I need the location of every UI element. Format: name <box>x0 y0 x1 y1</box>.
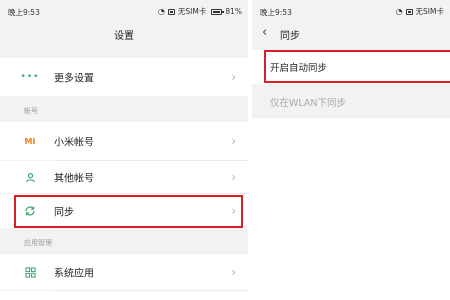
title-bar: ‹ 同步 <box>252 22 450 46</box>
chevron-right-icon: › <box>231 170 236 184</box>
mi-logo-icon: MI <box>24 136 36 146</box>
sim-icon <box>167 8 175 15</box>
wlan-only-label: 仅在WLAN下同步 <box>270 98 347 109</box>
status-bar: 晚上9:53 ◔ 无SIM卡 81% <box>0 0 248 22</box>
section-accounts: 帐号 <box>24 107 38 115</box>
system-apps-row[interactable]: 系统应用 › <box>0 254 248 290</box>
status-right-group: ◔ 无SIM卡 81% <box>158 6 242 17</box>
mi-account-row[interactable]: MI 小米帐号 › <box>0 122 248 160</box>
status-time: 晚上9:53 <box>260 8 292 17</box>
battery-icon <box>211 8 225 15</box>
status-time: 晚上9:53 <box>8 8 40 17</box>
other-accounts-row[interactable]: 其他帐号 › <box>0 161 248 193</box>
sim-status: 无SIM卡 <box>177 7 207 16</box>
title-bar: 设置 <box>0 22 248 46</box>
sim-icon <box>405 8 413 15</box>
chevron-left-icon[interactable]: ‹ <box>262 25 267 40</box>
sync-screen: 晚上9:53 ◔ 无SIM卡 ‹ 同步 开启自动同步 仅在WLAN下同步 <box>252 0 450 300</box>
sim-status: 无SIM卡 <box>415 7 444 16</box>
chevron-right-icon: › <box>231 265 236 279</box>
sync-icon <box>24 205 36 217</box>
mi-account-label: 小米帐号 <box>54 137 94 149</box>
auto-sync-row[interactable]: 开启自动同步 <box>252 50 450 84</box>
content-area <box>252 118 450 300</box>
sync-label: 同步 <box>54 207 74 219</box>
dots-icon: ••• <box>20 72 40 82</box>
person-icon <box>24 171 36 183</box>
more-settings-row[interactable]: ••• 更多设置 › <box>0 58 248 96</box>
status-right-group: ◔ 无SIM卡 <box>396 6 444 17</box>
system-apps-label: 系统应用 <box>54 268 94 280</box>
wifi-signal-icon: ◔ <box>157 7 165 16</box>
status-bar: 晚上9:53 ◔ 无SIM卡 <box>252 0 450 22</box>
chevron-right-icon: › <box>231 204 236 218</box>
other-accounts-label: 其他帐号 <box>54 173 94 185</box>
page-title: 同步 <box>280 31 300 42</box>
more-settings-label: 更多设置 <box>54 73 94 85</box>
wifi-signal-icon: ◔ <box>395 7 403 16</box>
next-row-partial[interactable] <box>0 291 248 300</box>
section-app-management: 应用管理 <box>24 239 52 247</box>
chevron-right-icon: › <box>231 134 236 148</box>
wlan-only-row[interactable]: 仅在WLAN下同步 <box>252 86 450 118</box>
sync-row[interactable]: 同步 › <box>0 194 248 228</box>
auto-sync-label: 开启自动同步 <box>270 63 328 74</box>
battery-percent: 81% <box>225 7 242 16</box>
settings-screen: 晚上9:53 ◔ 无SIM卡 81% 设置 ••• 更多设置 › 帐号 MI 小… <box>0 0 248 300</box>
grid-icon <box>24 266 36 278</box>
page-title: 设置 <box>114 31 134 42</box>
chevron-right-icon: › <box>231 70 236 84</box>
